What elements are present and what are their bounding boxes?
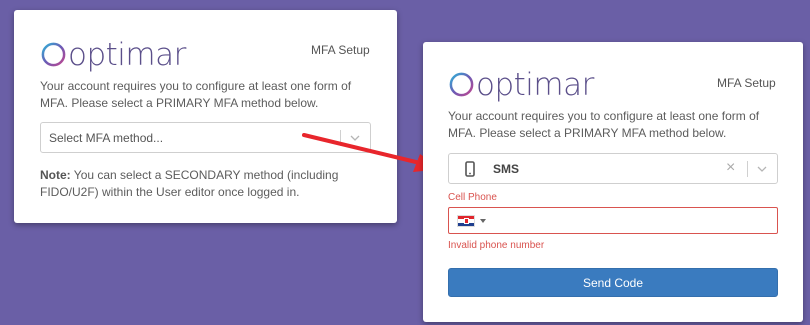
mfa-setup-card-initial: optimar MFA Setup Your account requires … [14, 10, 397, 223]
croatia-flag-icon[interactable] [457, 215, 475, 227]
logo-text: optimar [476, 67, 594, 103]
mfa-method-select[interactable]: SMS × [448, 153, 778, 184]
country-dropdown-icon[interactable] [480, 219, 486, 224]
card-title: MFA Setup [717, 76, 776, 90]
card-title: MFA Setup [311, 43, 370, 57]
chevron-down-icon[interactable] [756, 164, 768, 174]
mobile-phone-icon [465, 161, 475, 177]
logo-text: optimar [68, 37, 186, 73]
logo-o-icon [41, 42, 66, 67]
mfa-description: Your account requires you to configure a… [40, 79, 352, 110]
select-separator [747, 161, 748, 177]
note-label: Note: [40, 168, 71, 182]
mfa-description: Your account requires you to configure a… [448, 109, 760, 140]
phone-number-input[interactable] [493, 211, 763, 230]
secondary-method-note: Note: You can select a SECONDARY method … [40, 167, 340, 201]
selected-method-label: SMS [493, 162, 520, 176]
logo-o-icon [449, 72, 474, 97]
cell-phone-field[interactable] [448, 207, 778, 234]
optimar-logo: optimar [40, 38, 186, 71]
send-code-button[interactable]: Send Code [448, 268, 778, 297]
cell-phone-label: Cell Phone [448, 192, 497, 203]
clear-selection-icon[interactable]: × [726, 159, 735, 177]
mfa-setup-card-sms: optimar MFA Setup Your account requires … [423, 42, 803, 322]
note-text: You can select a SECONDARY method (inclu… [40, 168, 339, 199]
phone-error-message: Invalid phone number [448, 240, 545, 251]
mfa-method-placeholder: Select MFA method... [49, 131, 164, 145]
optimar-logo: optimar [448, 68, 594, 101]
